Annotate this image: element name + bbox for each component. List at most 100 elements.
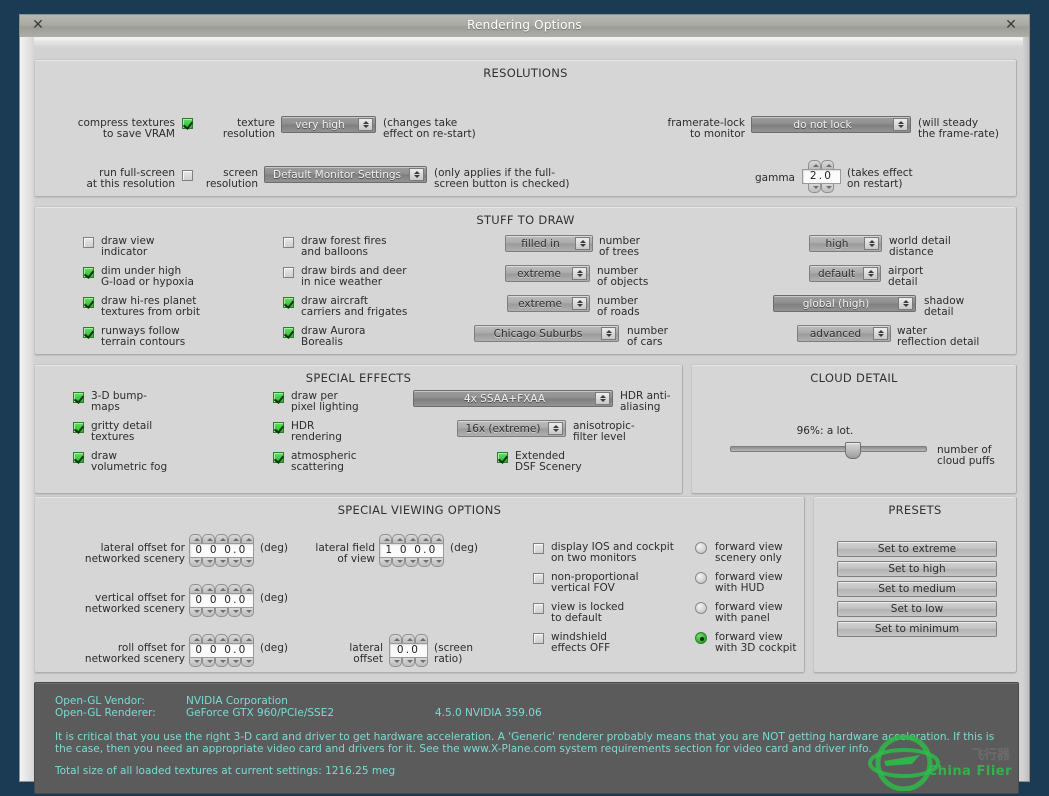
- arrow-up-icon[interactable]: [202, 634, 215, 643]
- lateral-offset-spinner[interactable]: 0.0 0: [389, 634, 428, 669]
- arrow-up-icon[interactable]: [228, 634, 241, 643]
- screen-resolution-dropdown[interactable]: Default Monitor Settings: [264, 166, 427, 183]
- arrow-up-icon[interactable]: [228, 534, 241, 543]
- world-detail-distance-dropdown[interactable]: high: [809, 235, 882, 252]
- arrow-down-icon[interactable]: [405, 558, 418, 567]
- draw-forest-fires-checkbox[interactable]: [283, 237, 294, 248]
- arrow-up-icon[interactable]: [402, 634, 415, 643]
- full-screen-checkbox[interactable]: [182, 170, 193, 181]
- display-ios-two-monitors-checkbox[interactable]: [533, 543, 544, 554]
- vertical-offset-scenery-field[interactable]: 0 0 0.0 4: [189, 593, 254, 619]
- arrow-up-icon[interactable]: [189, 534, 202, 543]
- gamma-down-arrows[interactable]: [808, 184, 834, 193]
- arrow-up-icon[interactable]: [202, 534, 215, 543]
- spinner-up-arrows[interactable]: [189, 534, 254, 543]
- airport-detail-dropdown[interactable]: default: [809, 265, 881, 282]
- forward-view-hud-radio[interactable]: [695, 572, 707, 584]
- non-proportional-fov-checkbox[interactable]: [533, 573, 544, 584]
- arrow-down-icon[interactable]: [228, 658, 241, 667]
- set-to-extreme-button[interactable]: Set to extreme: [837, 541, 997, 557]
- spinner-down-arrows[interactable]: [379, 558, 444, 567]
- lateral-field-of-view-spinner[interactable]: 1 0 0.0 0: [379, 534, 444, 569]
- dim-under-g-load-checkbox[interactable]: [83, 267, 94, 278]
- draw-aurora-checkbox[interactable]: [283, 327, 294, 338]
- set-to-low-button[interactable]: Set to low: [837, 601, 997, 617]
- anisotropic-filter-dropdown[interactable]: 16x (extreme): [457, 420, 566, 437]
- draw-birds-deer-checkbox[interactable]: [283, 267, 294, 278]
- arrow-up-icon[interactable]: [808, 160, 821, 169]
- spinner-down-arrows[interactable]: [389, 658, 428, 667]
- roll-offset-scenery-field[interactable]: 0 0 0.0 0: [189, 643, 254, 669]
- arrow-up-icon[interactable]: [189, 584, 202, 593]
- windshield-effects-off-checkbox[interactable]: [533, 633, 544, 644]
- gamma-up-arrows[interactable]: [808, 160, 834, 169]
- arrow-up-icon[interactable]: [241, 534, 254, 543]
- arrow-up-icon[interactable]: [821, 160, 834, 169]
- spinner-up-arrows[interactable]: [379, 534, 444, 543]
- hdr-anti-aliasing-dropdown[interactable]: 4x SSAA+FXAA: [413, 390, 613, 407]
- arrow-down-icon[interactable]: [228, 558, 241, 567]
- volumetric-fog-checkbox[interactable]: [73, 452, 84, 463]
- arrow-up-icon[interactable]: [215, 634, 228, 643]
- arrow-up-icon[interactable]: [215, 534, 228, 543]
- arrow-up-icon[interactable]: [228, 584, 241, 593]
- arrow-down-icon[interactable]: [228, 608, 241, 617]
- arrow-up-icon[interactable]: [215, 584, 228, 593]
- arrow-up-icon[interactable]: [418, 534, 431, 543]
- vertical-offset-scenery-spinner[interactable]: 0 0 0.0 4: [189, 584, 254, 619]
- gamma-field[interactable]: 2.0: [802, 169, 841, 184]
- arrow-down-icon[interactable]: [189, 608, 202, 617]
- cloud-puffs-slider[interactable]: [730, 442, 927, 459]
- arrow-up-icon[interactable]: [241, 584, 254, 593]
- spinner-down-arrows[interactable]: [189, 558, 254, 567]
- framerate-lock-dropdown[interactable]: do not lock: [751, 116, 911, 133]
- draw-aircraft-carriers-checkbox[interactable]: [283, 297, 294, 308]
- arrow-up-icon[interactable]: [431, 534, 444, 543]
- water-reflection-detail-dropdown[interactable]: advanced: [797, 325, 891, 342]
- arrow-up-icon[interactable]: [392, 534, 405, 543]
- forward-view-scenery-radio[interactable]: [695, 542, 707, 554]
- arrow-down-icon[interactable]: [189, 558, 202, 567]
- arrow-up-icon[interactable]: [405, 534, 418, 543]
- forward-view-panel-radio[interactable]: [695, 602, 707, 614]
- draw-view-indicator-checkbox[interactable]: [83, 237, 94, 248]
- arrow-down-icon[interactable]: [215, 558, 228, 567]
- arrow-up-icon[interactable]: [202, 584, 215, 593]
- lateral-offset-scenery-field[interactable]: 0 0 0.0 0: [189, 543, 254, 569]
- arrow-down-icon[interactable]: [431, 558, 444, 567]
- roll-offset-scenery-spinner[interactable]: 0 0 0.0 0: [189, 634, 254, 669]
- arrow-down-icon[interactable]: [202, 558, 215, 567]
- slider-knob[interactable]: [845, 442, 862, 459]
- close-icon-right[interactable]: ✕: [1003, 18, 1019, 34]
- arrow-up-icon[interactable]: [379, 534, 392, 543]
- arrow-down-icon[interactable]: [189, 658, 202, 667]
- spinner-down-arrows[interactable]: [189, 658, 254, 667]
- bump-maps-checkbox[interactable]: [73, 392, 84, 403]
- number-of-trees-dropdown[interactable]: filled in: [505, 235, 593, 252]
- number-of-roads-dropdown[interactable]: extreme: [507, 295, 590, 312]
- arrow-down-icon[interactable]: [402, 658, 415, 667]
- arrow-down-icon[interactable]: [379, 558, 392, 567]
- arrow-down-icon[interactable]: [202, 658, 215, 667]
- arrow-up-icon[interactable]: [189, 634, 202, 643]
- arrow-down-icon[interactable]: [241, 608, 254, 617]
- shadow-detail-dropdown[interactable]: global (high): [773, 295, 916, 312]
- arrow-down-icon[interactable]: [215, 608, 228, 617]
- number-of-cars-dropdown[interactable]: Chicago Suburbs: [474, 325, 619, 342]
- arrow-down-icon[interactable]: [215, 658, 228, 667]
- arrow-down-icon[interactable]: [821, 184, 834, 193]
- number-of-objects-dropdown[interactable]: extreme: [505, 265, 590, 282]
- arrow-down-icon[interactable]: [392, 558, 405, 567]
- extended-dsf-scenery-checkbox[interactable]: [497, 452, 508, 463]
- arrow-down-icon[interactable]: [241, 658, 254, 667]
- view-locked-default-checkbox[interactable]: [533, 603, 544, 614]
- arrow-down-icon[interactable]: [202, 608, 215, 617]
- set-to-medium-button[interactable]: Set to medium: [837, 581, 997, 597]
- arrow-up-icon[interactable]: [415, 634, 428, 643]
- spinner-up-arrows[interactable]: [389, 634, 428, 643]
- gritty-detail-textures-checkbox[interactable]: [73, 422, 84, 433]
- arrow-down-icon[interactable]: [418, 558, 431, 567]
- atmospheric-scattering-checkbox[interactable]: [273, 452, 284, 463]
- set-to-minimum-button[interactable]: Set to minimum: [837, 621, 997, 637]
- arrow-up-icon[interactable]: [389, 634, 402, 643]
